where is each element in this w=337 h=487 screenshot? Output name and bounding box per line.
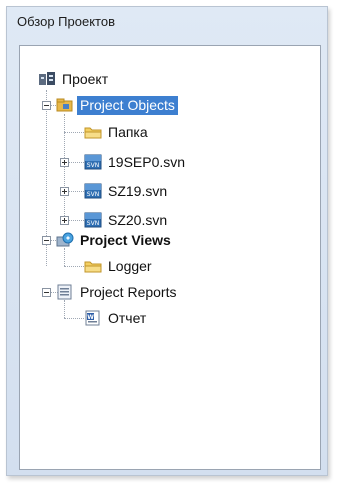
svg-text:SVN: SVN (87, 162, 99, 169)
project-tree-panel[interactable]: Проект Project Objects Папка SVN 19SEP0.… (19, 45, 321, 470)
folder-icon (84, 127, 102, 139)
tree-guide-line (68, 162, 84, 163)
tree-node-label: SZ19.svn (108, 182, 168, 199)
tree-node-project-objects[interactable]: Project Objects (56, 94, 178, 116)
tree-node-label: Папка (108, 123, 148, 140)
tree-guide-line (64, 114, 65, 220)
tree-node-report[interactable]: W Отчет (84, 307, 149, 329)
report-document-icon: W (85, 310, 100, 326)
tree-node-label: Project Views (80, 231, 171, 248)
tree-node-label: Проект (62, 70, 109, 87)
svn-file-icon: SVN (84, 154, 102, 170)
tree-node-svn-file[interactable]: SVN SZ19.svn (84, 180, 170, 202)
tree-node-svn-file[interactable]: SVN SZ20.svn (84, 209, 170, 231)
tree-guide-line (68, 191, 84, 192)
tree-node-label: Project Reports (80, 283, 177, 300)
tree-guide-line (64, 266, 84, 267)
expand-toggle-sz20[interactable] (60, 216, 69, 225)
tree-node-label: SZ20.svn (108, 211, 168, 228)
tree-node-label: Отчет (108, 309, 147, 326)
project-reports-icon (57, 284, 72, 300)
folder-icon (84, 261, 102, 273)
svn-file-icon: SVN (84, 212, 102, 228)
tree-node-folder[interactable]: Папка (84, 121, 151, 143)
collapse-toggle-project-reports[interactable] (42, 288, 51, 297)
tree-guide-line (68, 220, 84, 221)
project-root-icon (39, 72, 55, 85)
tree-node-project-reports[interactable]: Project Reports (56, 281, 179, 303)
tree-node-svn-file[interactable]: SVN 19SEP0.svn (84, 151, 188, 173)
tree-node-label: Logger (108, 257, 152, 274)
tree-guide-line (64, 318, 84, 319)
collapse-toggle-project-views[interactable] (42, 236, 51, 245)
svg-text:SVN: SVN (87, 220, 99, 227)
svg-text:W: W (87, 314, 94, 321)
svg-text:SVN: SVN (87, 191, 99, 198)
expand-toggle-sz19[interactable] (60, 187, 69, 196)
project-objects-icon (56, 98, 73, 112)
tree-node-label: Project Objects (77, 95, 178, 115)
svn-file-icon: SVN (84, 183, 102, 199)
tree-node-label: 19SEP0.svn (108, 153, 186, 170)
project-views-icon (56, 232, 74, 247)
tree-node-project-views[interactable]: Project Views (56, 229, 174, 251)
project-tree: Проект Project Objects Папка SVN 19SEP0.… (20, 46, 320, 469)
tree-node-root[interactable]: Проект (38, 68, 111, 90)
tree-guide-line (64, 132, 84, 133)
expand-toggle-19sep0[interactable] (60, 158, 69, 167)
window-title: Обзор Проектов (17, 14, 115, 29)
tree-node-logger[interactable]: Logger (84, 255, 155, 277)
project-overview-window: Обзор Проектов Проект Project Objects Па… (6, 6, 328, 476)
collapse-toggle-project-objects[interactable] (42, 101, 51, 110)
